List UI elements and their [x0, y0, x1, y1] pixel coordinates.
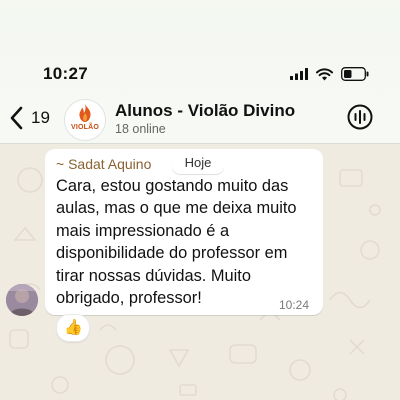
reaction-badge[interactable]: 👍	[56, 314, 90, 342]
wifi-icon	[316, 67, 333, 80]
sender-name[interactable]: ~ Sadat Aquino	[56, 156, 151, 172]
signal-icon	[290, 68, 308, 80]
back-chevron-icon[interactable]	[6, 104, 28, 132]
status-time: 10:27	[43, 64, 88, 83]
online-count: 18 online	[115, 122, 166, 136]
message-time: 10:24	[279, 298, 310, 312]
thumbs-up-icon: 👍	[64, 319, 83, 336]
group-name[interactable]: Alunos - Violão Divino	[115, 101, 295, 121]
battery-icon	[341, 67, 369, 81]
group-avatar[interactable]: VIOLÃO	[64, 99, 106, 141]
message-text: Cara, estou gostando muito das aulas, ma…	[56, 177, 297, 308]
flame-icon	[79, 104, 91, 122]
sender-avatar[interactable]	[6, 284, 38, 316]
audio-call-icon[interactable]	[346, 103, 374, 131]
chat-header: 10:27 19 VIOLÃO Alunos - Violão Divino 1	[0, 0, 400, 144]
avatar-photo	[6, 284, 38, 316]
unread-count[interactable]: 19	[31, 108, 50, 128]
avatar-brand-text: VIOLÃO	[70, 124, 100, 131]
status-icons	[290, 66, 369, 82]
date-separator: Hoje	[172, 152, 224, 174]
